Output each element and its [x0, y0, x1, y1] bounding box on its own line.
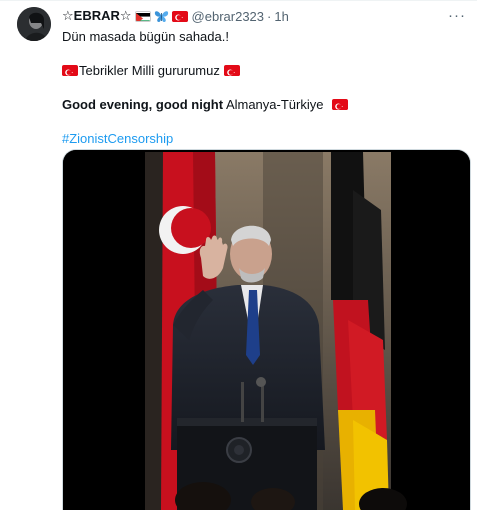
tweet-text-rest: Almanya-Türkiye	[223, 97, 324, 112]
user-handle[interactable]: @ebrar2323	[192, 9, 264, 24]
separator-dot: ·	[267, 8, 272, 24]
palestine-flag-icon	[134, 10, 151, 22]
video-frame	[63, 150, 470, 510]
timestamp[interactable]: 1h	[274, 9, 288, 24]
tweet-text-line-3: Good evening, good night Almanya-Türkiye	[62, 96, 470, 113]
hashtag-link[interactable]: #ZionistCensorship	[62, 130, 470, 147]
tweet-text-line-1: Dün masada bügün sahada.!	[62, 29, 229, 44]
tweet-content: ☆EBRAR☆ @ebrar2323 · 1h ··· Dün masada b…	[62, 7, 470, 147]
tweet-text-bold: Good evening, good night	[62, 97, 224, 112]
turkey-flag-icon	[171, 10, 188, 22]
avatar-image	[17, 7, 51, 41]
tweet-header: ☆EBRAR☆ @ebrar2323 · 1h	[62, 7, 470, 25]
butterfly-icon	[154, 10, 169, 23]
tweet-text-congrats: Tebrikler Milli gururumuz	[79, 63, 220, 78]
tweet[interactable]: ☆EBRAR☆ @ebrar2323 · 1h ··· Dün masada b…	[0, 0, 477, 510]
turkey-flag-icon	[62, 65, 78, 76]
avatar[interactable]	[17, 7, 51, 41]
tweet-text-line-2: Tebrikler Milli gururumuz	[62, 62, 470, 79]
video-media[interactable]	[62, 149, 471, 510]
display-name[interactable]: ☆EBRAR☆	[62, 8, 132, 24]
turkey-flag-icon	[223, 65, 240, 76]
turkey-flag-icon	[332, 99, 349, 110]
more-options-icon[interactable]: ···	[448, 7, 466, 24]
